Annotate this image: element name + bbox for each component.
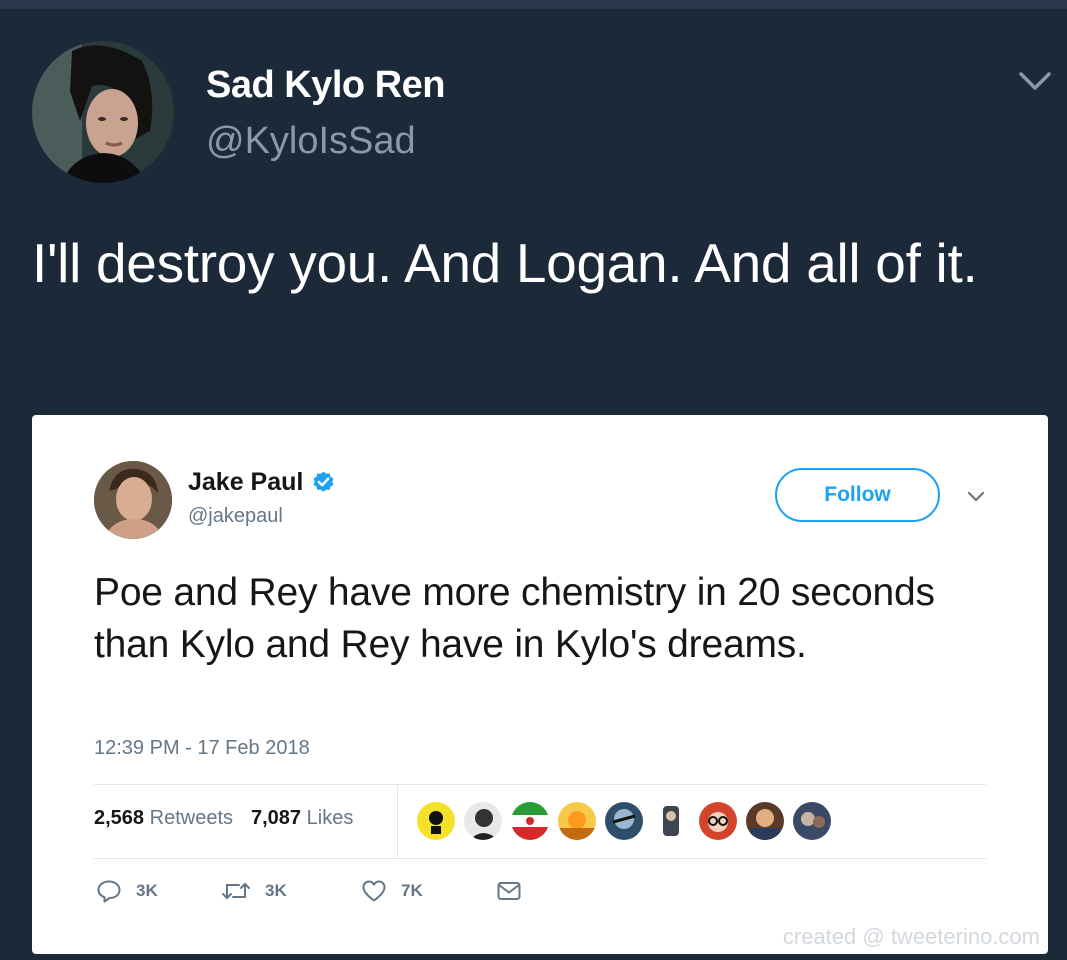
divider [94, 784, 986, 785]
liker-avatar[interactable] [417, 802, 455, 840]
retweets-stat[interactable]: 2,568 Retweets [94, 807, 233, 830]
direct-message-button[interactable] [496, 880, 536, 902]
likes-count: 7,087 [251, 807, 302, 829]
tweet-text: I'll destroy you. And Logan. And all of … [32, 232, 978, 294]
retweets-label: Retweets [149, 807, 233, 829]
retweet-count: 3K [265, 881, 287, 900]
liker-avatar[interactable] [464, 802, 502, 840]
divider [94, 858, 986, 859]
retweet-icon [222, 883, 250, 899]
liker-avatars [417, 802, 831, 840]
liker-avatar[interactable] [746, 802, 784, 840]
reply-button[interactable]: 3K [96, 879, 221, 903]
watermark: created @ tweeterino.com [782, 924, 1040, 949]
avatar[interactable] [32, 41, 174, 183]
tweet-text: Poe and Rey have more chemistry in 20 se… [94, 571, 935, 666]
engagement-stats: 2,568 Retweets 7,087 Likes [94, 807, 353, 830]
chevron-down-icon[interactable] [1015, 66, 1055, 96]
tweet-actions: 3K 3K 7K [96, 879, 536, 903]
display-name-text[interactable]: Jake Paul [188, 468, 303, 497]
retweet-button[interactable]: 3K [221, 880, 361, 902]
liker-avatar[interactable] [605, 802, 643, 840]
likes-label: Likes [306, 807, 354, 829]
verified-badge-icon [313, 471, 334, 492]
reply-count: 3K [136, 881, 158, 900]
stats-separator [397, 785, 398, 859]
username-handle[interactable]: @KyloIsSad [206, 120, 416, 163]
liker-avatar[interactable] [793, 802, 831, 840]
like-button[interactable]: 7K [361, 879, 496, 903]
display-name[interactable]: Sad Kylo Ren [206, 64, 445, 107]
heart-icon [362, 880, 386, 902]
liker-avatar[interactable] [511, 802, 549, 840]
like-count: 7K [401, 881, 423, 900]
top-bar [0, 0, 1067, 9]
chevron-down-icon[interactable] [965, 489, 987, 505]
likes-stat[interactable]: 7,087 Likes [251, 807, 353, 830]
quoted-tweet-card[interactable]: Jake Paul @jakepaul Follow Poe and Rey h… [32, 415, 1048, 954]
display-name[interactable]: Jake Paul [188, 468, 336, 497]
reply-icon [97, 880, 121, 903]
username-handle[interactable]: @jakepaul [188, 505, 283, 528]
liker-avatar[interactable] [699, 802, 737, 840]
liker-avatar[interactable] [558, 802, 596, 840]
avatar[interactable] [94, 461, 172, 539]
follow-button[interactable]: Follow [775, 468, 940, 522]
envelope-icon [497, 882, 521, 900]
liker-avatar[interactable] [652, 802, 690, 840]
retweets-count: 2,568 [94, 807, 145, 829]
tweet-timestamp[interactable]: 12:39 PM - 17 Feb 2018 [94, 737, 310, 760]
